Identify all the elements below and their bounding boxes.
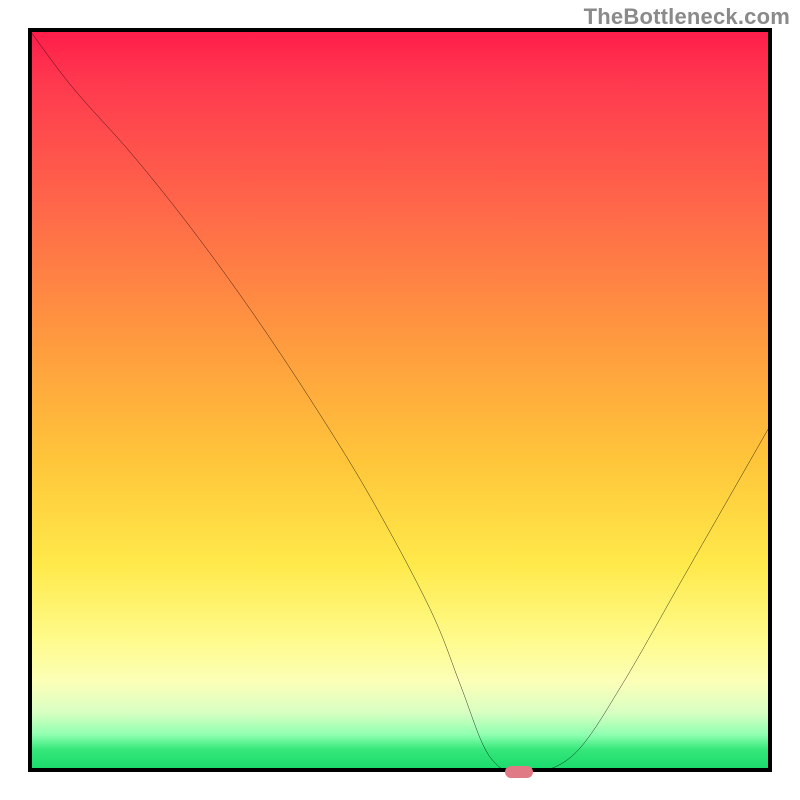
bottleneck-chart: TheBottleneck.com xyxy=(0,0,800,800)
bottleneck-curve-path xyxy=(28,28,772,772)
curve-svg xyxy=(28,28,772,772)
optimal-point-marker xyxy=(505,766,533,778)
plot-area xyxy=(28,28,772,772)
watermark-text: TheBottleneck.com xyxy=(584,4,790,30)
